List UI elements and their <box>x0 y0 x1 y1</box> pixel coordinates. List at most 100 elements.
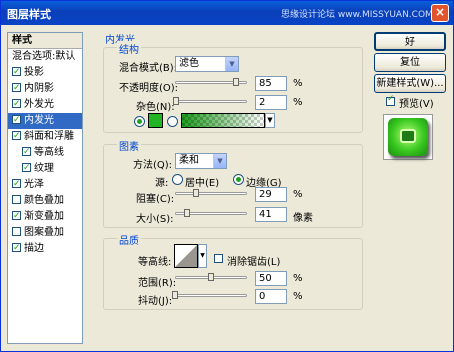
sidebar-item[interactable]: 外发光 <box>8 96 82 113</box>
dialog-title: 图层样式 <box>7 8 51 21</box>
choke-slider-thumb[interactable] <box>192 189 199 197</box>
sidebar-item[interactable]: 光泽 <box>8 176 82 193</box>
contour-curve-icon <box>175 245 197 267</box>
antialias-checkbox[interactable] <box>214 254 223 263</box>
watermark: 思缘设计论坛 www.MISSYUAN.COM <box>281 10 433 20</box>
styles-list: 样式 混合选项:默认投影内阴影外发光内发光斜面和浮雕等高线纹理光泽颜色叠加渐变叠… <box>7 32 83 344</box>
sidebar-item-label: 渐变叠加 <box>24 211 64 222</box>
ok-button[interactable]: 好 <box>374 32 446 51</box>
chevron-down-icon: ▼ <box>225 57 238 71</box>
style-checkbox[interactable] <box>12 240 21 256</box>
jitter-input[interactable]: 0 <box>255 289 287 304</box>
layer-style-dialog: 图层样式 思缘设计论坛 www.MISSYUAN.COM × 样式 混合选项:默… <box>0 0 454 352</box>
preview-swatch-icon <box>388 118 428 156</box>
style-checkbox[interactable] <box>12 80 21 96</box>
method-value: 柔和 <box>179 155 199 166</box>
sidebar-item[interactable]: 等高线 <box>8 144 82 161</box>
sidebar-item-label: 描边 <box>24 243 44 254</box>
blend-mode-label: 混合模式(B): <box>119 63 178 74</box>
styles-header[interactable]: 样式 <box>8 33 82 49</box>
source-label: 源: <box>155 178 169 189</box>
jitter-unit: % <box>293 291 303 302</box>
sidebar-item[interactable]: 内阴影 <box>8 80 82 97</box>
style-preview-thumbnail <box>383 114 433 160</box>
jitter-slider-track[interactable] <box>175 294 247 297</box>
new-style-button[interactable]: 新建样式(W)... <box>374 74 446 93</box>
preview-inner-icon <box>400 129 416 143</box>
style-checkbox[interactable] <box>12 128 21 144</box>
style-checkbox[interactable] <box>12 195 21 204</box>
sidebar-item[interactable]: 内发光 <box>8 112 82 129</box>
style-checkbox[interactable] <box>12 64 21 80</box>
sidebar-item[interactable]: 斜面和浮雕 <box>8 128 82 145</box>
source-center-radio[interactable] <box>172 174 183 185</box>
noise-unit: % <box>293 97 303 108</box>
noise-slider-track[interactable] <box>175 100 247 103</box>
glow-color-swatch[interactable] <box>148 113 163 128</box>
contour-picker[interactable] <box>174 244 198 268</box>
sidebar-item-label: 内阴影 <box>24 83 54 94</box>
close-button[interactable]: × <box>431 4 449 22</box>
method-select[interactable]: 柔和 ▼ <box>175 153 227 169</box>
range-input[interactable]: 50 <box>255 271 287 286</box>
opacity-input[interactable]: 85 <box>255 76 287 91</box>
opacity-unit: % <box>293 78 303 89</box>
reset-button[interactable]: 复位 <box>374 53 446 72</box>
structure-title: 结构 <box>117 41 141 56</box>
blend-mode-select[interactable]: 滤色 ▼ <box>175 56 239 72</box>
antialias-label: 消除锯齿(L) <box>227 257 281 268</box>
choke-slider-track[interactable] <box>175 192 247 195</box>
choke-unit: % <box>293 189 303 200</box>
sidebar-item[interactable]: 图案叠加 <box>8 225 82 241</box>
sidebar-item[interactable]: 混合选项:默认 <box>8 49 82 65</box>
choke-input[interactable]: 29 <box>255 187 287 202</box>
range-label: 范围(R): <box>138 278 177 289</box>
style-checkbox[interactable] <box>22 160 31 176</box>
sidebar-item[interactable]: 投影 <box>8 64 82 81</box>
sidebar-item[interactable]: 渐变叠加 <box>8 208 82 225</box>
size-slider-thumb[interactable] <box>183 209 190 217</box>
title-bar: 图层样式 思缘设计论坛 www.MISSYUAN.COM × <box>1 1 453 25</box>
sidebar-item-label: 内发光 <box>24 115 54 126</box>
sidebar-item[interactable]: 描边 <box>8 240 82 257</box>
sidebar-item-label: 图案叠加 <box>24 227 64 238</box>
sidebar-item[interactable]: 颜色叠加 <box>8 193 82 209</box>
sidebar-item-label: 投影 <box>24 67 44 78</box>
method-label: 方法(Q): <box>133 160 173 171</box>
opacity-slider-thumb[interactable] <box>233 78 240 86</box>
noise-slider-thumb[interactable] <box>173 97 180 105</box>
source-center-label: 居中(E) <box>185 178 220 189</box>
style-checkbox[interactable] <box>22 144 31 160</box>
preview-checkbox[interactable] <box>386 94 395 106</box>
blend-mode-value: 滤色 <box>179 58 199 69</box>
range-unit: % <box>293 273 303 284</box>
noise-input[interactable]: 2 <box>255 95 287 110</box>
contour-dropdown-icon[interactable]: ▼ <box>198 244 207 268</box>
elements-title: 图素 <box>117 138 141 153</box>
sidebar-item-label: 纹理 <box>34 163 54 174</box>
opacity-label: 不透明度(O): <box>119 83 179 94</box>
style-checkbox[interactable] <box>12 227 21 236</box>
jitter-label: 抖动(J): <box>138 296 173 307</box>
style-checkbox[interactable] <box>12 208 21 224</box>
jitter-slider-thumb[interactable] <box>172 291 178 299</box>
source-edge-radio[interactable] <box>233 174 244 185</box>
style-checkbox[interactable] <box>12 112 21 128</box>
sidebar-item-label: 斜面和浮雕 <box>24 131 74 142</box>
sidebar-item[interactable]: 纹理 <box>8 160 82 177</box>
solid-color-radio[interactable] <box>134 116 145 127</box>
style-checkbox[interactable] <box>12 96 21 112</box>
range-slider-thumb[interactable] <box>208 273 214 281</box>
noise-label: 杂色(N): <box>136 102 175 113</box>
sidebar-item-label: 光泽 <box>24 179 44 190</box>
chevron-down-icon: ▼ <box>213 154 226 168</box>
sidebar-item-label: 颜色叠加 <box>24 195 64 206</box>
size-input[interactable]: 41 <box>255 207 287 222</box>
gradient-radio[interactable] <box>167 116 178 127</box>
gradient-dropdown-icon[interactable]: ▼ <box>265 113 275 128</box>
contour-label: 等高线: <box>138 257 172 268</box>
style-checkbox[interactable] <box>12 176 21 192</box>
gradient-picker[interactable] <box>181 113 265 128</box>
sidebar-item-label: 混合选项:默认 <box>12 51 76 62</box>
sidebar-item-label: 外发光 <box>24 99 54 110</box>
